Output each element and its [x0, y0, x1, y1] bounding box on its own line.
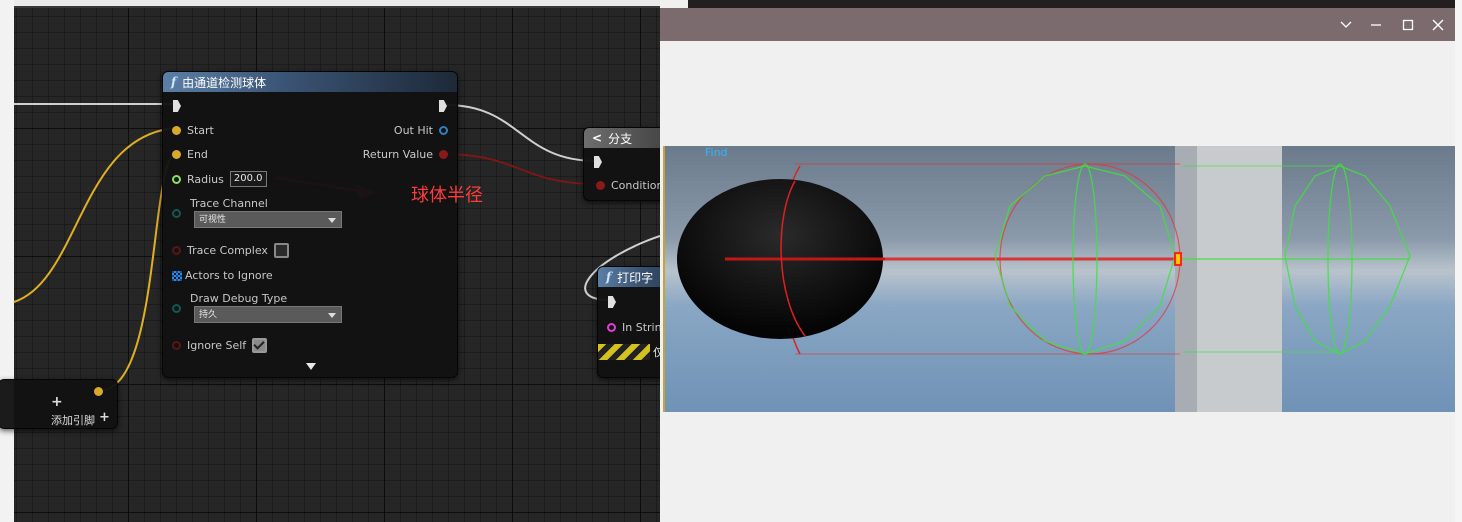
return-value-label: Return Value: [362, 148, 433, 161]
branch-title: 分支: [608, 131, 633, 146]
radius-label: Radius: [187, 172, 224, 186]
game-viewport[interactable]: Find: [663, 146, 1457, 412]
in-string-pin[interactable]: [607, 323, 616, 332]
close-icon[interactable]: [1424, 8, 1452, 41]
draw-debug-dropdown[interactable]: 持久: [194, 306, 342, 323]
right-edge-strip: [1455, 0, 1462, 522]
start-pin-row: Start: [172, 124, 214, 137]
function-icon: f: [171, 75, 177, 89]
ignore-self-label: Ignore Self: [187, 339, 247, 352]
sphere-trace-title: 由通道检测球体: [182, 75, 267, 90]
annotation-label: 球体半径: [411, 185, 483, 206]
chevron-down-icon: [328, 218, 336, 223]
actors-to-ignore-row: Actors to Ignore: [172, 269, 273, 282]
in-string-label: In Strin: [622, 321, 660, 334]
window-titlebar[interactable]: [660, 8, 1455, 41]
start-label: Start: [187, 124, 214, 137]
condition-label: Condition: [611, 179, 660, 192]
out-hit-pin[interactable]: [439, 126, 448, 135]
find-debug-label: Find: [705, 146, 728, 159]
draw-debug-label: Draw Debug Type: [190, 292, 288, 305]
sphere-trace-header[interactable]: f 由通道检测球体: [163, 72, 457, 92]
start-wire: [13, 127, 177, 303]
dev-only-label: 仅: [653, 346, 660, 359]
end-pin[interactable]: [172, 150, 181, 159]
trace-channel-pin[interactable]: [172, 209, 181, 218]
trace-channel-label-row: Trace Channel: [190, 197, 268, 210]
draw-debug-pin[interactable]: [172, 304, 181, 313]
out-hit-row: Out Hit: [394, 124, 448, 137]
radius-pin-row: Radius 200.0: [172, 171, 267, 187]
add-pin-label[interactable]: 添加引脚: [51, 412, 95, 428]
exec-wire-branch: [445, 104, 597, 162]
array-pin-icon[interactable]: [172, 270, 182, 281]
ignore-self-checkbox[interactable]: [252, 338, 268, 353]
make-output-pin[interactable]: [94, 387, 103, 396]
plus-icon[interactable]: +: [51, 394, 63, 410]
minimize-icon[interactable]: [1362, 8, 1390, 41]
debug-draw-layer: [677, 163, 1411, 355]
development-only-banner: 仅: [598, 344, 660, 360]
end-pin-row: End: [172, 148, 208, 161]
maximize-icon[interactable]: [1394, 8, 1422, 41]
condition-row: Condition: [596, 179, 660, 192]
chevron-down-icon[interactable]: [1332, 8, 1360, 41]
exec-out-pin[interactable]: [439, 100, 447, 112]
sphere-trace-node[interactable]: f 由通道检测球体 Start End Radius 200.0 Trace C…: [162, 71, 458, 378]
ignore-self-row: Ignore Self: [172, 338, 268, 353]
radius-input[interactable]: 200.0: [229, 171, 267, 187]
branch-exec-in-pin[interactable]: [594, 156, 602, 168]
trace-complex-checkbox[interactable]: [273, 243, 289, 258]
branch-header[interactable]: < 分支: [584, 128, 660, 148]
draw-debug-label-row: Draw Debug Type: [190, 292, 287, 305]
print-exec-in-pin[interactable]: [608, 296, 616, 308]
trace-complex-row: Trace Complex: [172, 243, 289, 258]
chevron-down-icon: [328, 313, 336, 318]
print-string-node[interactable]: f 打印字 In Strin 仅: [597, 266, 660, 378]
background-app-strip: [688, 0, 1462, 8]
radius-pin[interactable]: [172, 174, 181, 184]
trace-complex-label: Trace Complex: [187, 244, 268, 257]
trace-complex-pin[interactable]: [172, 246, 181, 255]
function-icon: f: [606, 270, 612, 284]
print-string-header[interactable]: f 打印字: [598, 267, 660, 287]
in-string-row: In Strin: [607, 321, 660, 334]
actors-to-ignore-label: Actors to Ignore: [185, 269, 273, 282]
add-pin-plus-icon[interactable]: +: [99, 410, 110, 425]
hazard-stripes: [598, 344, 650, 360]
trace-channel-dropdown[interactable]: 可视性: [194, 211, 342, 228]
ignore-self-pin[interactable]: [172, 341, 181, 350]
branch-node[interactable]: < 分支 Condition: [583, 127, 660, 201]
print-string-title: 打印字: [617, 270, 654, 285]
out-hit-label: Out Hit: [393, 124, 433, 137]
viewport-window: Find: [660, 8, 1457, 522]
trace-channel-value: 可视性: [199, 215, 227, 225]
branch-icon: <: [592, 131, 603, 145]
blueprint-graph[interactable]: f 由通道检测球体 Start End Radius 200.0 Trace C…: [0, 0, 660, 522]
start-pin[interactable]: [172, 126, 181, 135]
make-node[interactable]: + 添加引脚 +: [0, 379, 118, 429]
return-value-row: Return Value: [363, 148, 448, 161]
return-value-pin[interactable]: [439, 150, 448, 159]
condition-pin[interactable]: [596, 181, 605, 190]
end-label: End: [187, 148, 208, 161]
exec-in-pin[interactable]: [173, 100, 181, 112]
expand-arrow-icon[interactable]: [306, 363, 316, 370]
trace-channel-label: Trace Channel: [190, 197, 268, 210]
draw-debug-value: 持久: [199, 310, 218, 320]
